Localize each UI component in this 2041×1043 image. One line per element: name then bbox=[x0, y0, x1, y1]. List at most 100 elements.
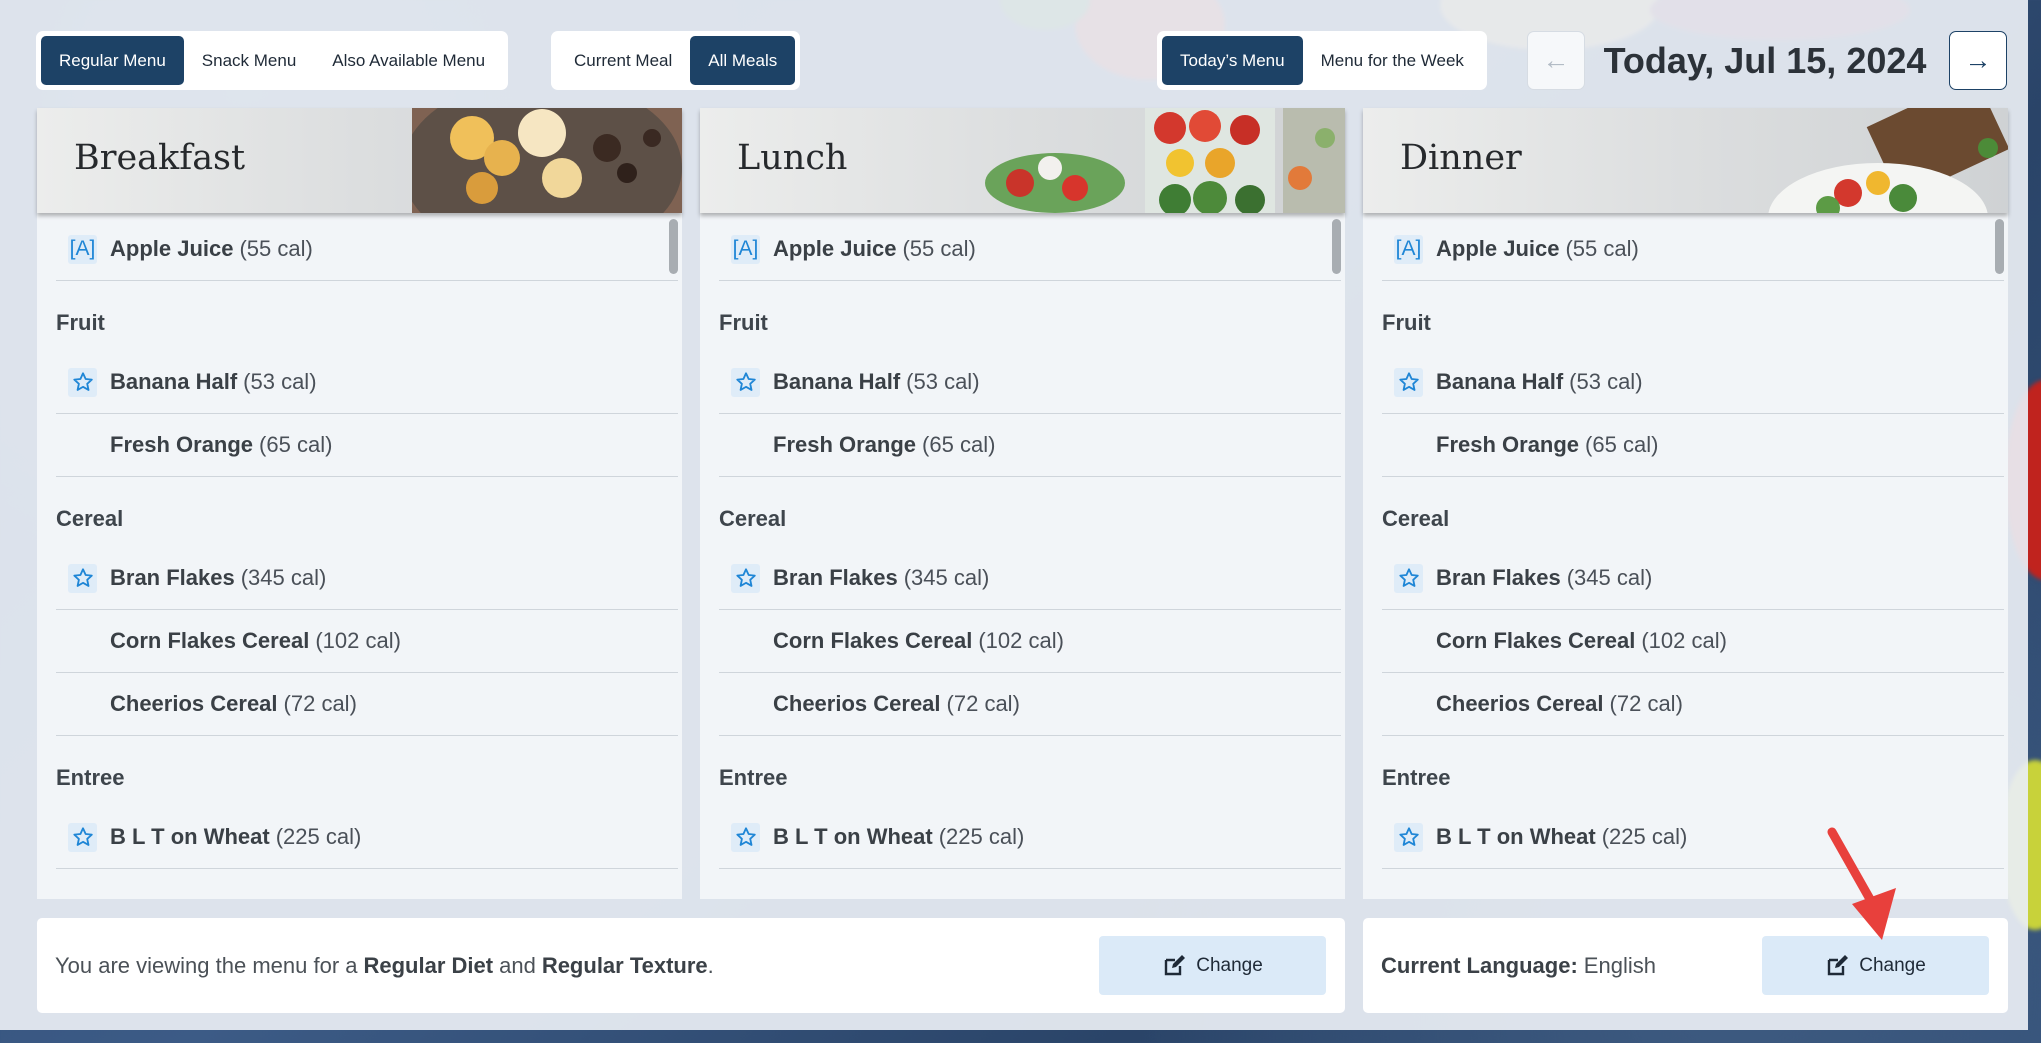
menu-item[interactable]: Fresh Orange (65 cal) bbox=[719, 414, 1341, 477]
item-name: B L T on Wheat bbox=[1436, 824, 1596, 849]
item-name: Banana Half bbox=[110, 369, 238, 394]
food-photo bbox=[1768, 108, 2008, 213]
language-info: Current Language: English bbox=[1381, 918, 1656, 1013]
category-header: Cereal bbox=[56, 506, 124, 531]
favorite-star-icon[interactable] bbox=[68, 563, 97, 593]
scrollbar-thumb[interactable] bbox=[1995, 219, 2004, 274]
favorite-star-icon[interactable] bbox=[68, 822, 97, 852]
meal-title: Breakfast bbox=[74, 138, 246, 178]
arrow-left-icon: ← bbox=[1542, 45, 1570, 75]
item-name: Fresh Orange bbox=[110, 432, 254, 457]
menu-item[interactable]: Banana Half (53 cal) bbox=[719, 351, 1341, 414]
item-calories: (72 cal) bbox=[946, 691, 1020, 716]
item-calories: (102 cal) bbox=[1641, 628, 1727, 653]
menu-item[interactable]: Fresh Orange (65 cal) bbox=[56, 414, 678, 477]
tab-menu-for-week[interactable]: Menu for the Week bbox=[1303, 36, 1482, 85]
item-calories: (72 cal) bbox=[1609, 691, 1683, 716]
item-calories: (65 cal) bbox=[922, 432, 996, 457]
favorite-star-icon[interactable] bbox=[1394, 822, 1423, 852]
meal-banner: Dinner bbox=[1363, 108, 2008, 213]
favorite-star-icon[interactable] bbox=[68, 367, 97, 397]
meal-items: [A] Apple Juice (55 cal) Fruit Banana Half (5… bbox=[700, 213, 1345, 899]
menu-item[interactable]: Corn Flakes Cereal (102 cal) bbox=[56, 610, 678, 673]
item-name: Fresh Orange bbox=[1436, 432, 1580, 457]
star-svg bbox=[735, 827, 756, 846]
item-calories: (225 cal) bbox=[938, 824, 1025, 849]
item-calories: (65 cal) bbox=[259, 432, 333, 457]
menu-item[interactable]: Corn Flakes Cereal (102 cal) bbox=[1382, 610, 2004, 673]
item-calories: (225 cal) bbox=[275, 824, 362, 849]
menu-item[interactable]: Cheerios Cereal (72 cal) bbox=[719, 673, 1341, 736]
diet-and: and bbox=[499, 952, 536, 978]
annotation-arrow bbox=[1827, 827, 1896, 940]
item-calories: (102 cal) bbox=[315, 628, 401, 653]
menu-list: [A] Apple Juice (55 cal) Fruit Banana Half (5… bbox=[719, 218, 1341, 869]
food-photo bbox=[985, 108, 1345, 213]
language-bar: Current Language: English Change bbox=[1363, 918, 2008, 1013]
next-day-button[interactable]: → bbox=[1949, 31, 2007, 90]
star-svg bbox=[72, 827, 93, 846]
diet-prefix: You are viewing the menu for a bbox=[55, 952, 358, 978]
category-header: Entree bbox=[719, 765, 788, 790]
meal-column-dinner: Dinner [A] Apple Juice (55 cal) Fruit Banana… bbox=[1363, 108, 2008, 899]
favorite-star-icon[interactable] bbox=[731, 563, 760, 593]
favorite-star-icon[interactable] bbox=[1394, 367, 1423, 397]
menu-item[interactable]: B L T on Wheat (225 cal) bbox=[1382, 806, 2004, 869]
star-svg bbox=[1398, 827, 1419, 846]
edit-icon bbox=[1828, 954, 1849, 975]
favorite-star-icon[interactable] bbox=[731, 822, 760, 852]
item-calories: (345 cal) bbox=[240, 565, 327, 590]
tab-current-meal[interactable]: Current Meal bbox=[556, 36, 690, 85]
tab-all-meals[interactable]: All Meals bbox=[690, 36, 796, 85]
item-calories: (55 cal) bbox=[902, 236, 976, 261]
tab-todays-menu[interactable]: Today’s Menu bbox=[1162, 36, 1303, 85]
meal-column-breakfast: Breakfast [A] Apple Juice (55 cal) Fruit Ban… bbox=[37, 108, 682, 899]
item-calories: (53 cal) bbox=[906, 369, 980, 394]
menu-item[interactable]: Banana Half (53 cal) bbox=[1382, 351, 2004, 414]
menu-item[interactable]: B L T on Wheat (225 cal) bbox=[719, 806, 1341, 869]
meal-items: [A] Apple Juice (55 cal) Fruit Banana Half (5… bbox=[1363, 213, 2008, 899]
item-name: Banana Half bbox=[773, 369, 901, 394]
scrollbar-thumb[interactable] bbox=[669, 219, 678, 274]
item-calories: (345 cal) bbox=[1566, 565, 1653, 590]
item-name: Apple Juice bbox=[110, 236, 234, 261]
menu-item[interactable]: Bran Flakes (345 cal) bbox=[1382, 547, 2004, 610]
menu-item[interactable]: Cheerios Cereal (72 cal) bbox=[1382, 673, 2004, 736]
item-calories: (65 cal) bbox=[1585, 432, 1659, 457]
menu-item[interactable]: Bran Flakes (345 cal) bbox=[719, 547, 1341, 610]
star-svg bbox=[1398, 372, 1419, 391]
diet-suffix: . bbox=[707, 952, 714, 978]
item-name: Bran Flakes bbox=[110, 565, 235, 590]
menu-item[interactable]: Cheerios Cereal (72 cal) bbox=[56, 673, 678, 736]
meal-items: [A] Apple Juice (55 cal) Fruit Banana Half (5… bbox=[37, 213, 682, 899]
menu-item[interactable]: B L T on Wheat (225 cal) bbox=[56, 806, 678, 869]
language-label: Current Language: bbox=[1381, 952, 1578, 978]
category-header: Entree bbox=[1382, 765, 1451, 790]
scrollbar-thumb[interactable] bbox=[1332, 219, 1341, 274]
item-name: Cheerios Cereal bbox=[773, 691, 941, 716]
menu-item[interactable]: Corn Flakes Cereal (102 cal) bbox=[719, 610, 1341, 673]
diet-texture: Regular Texture bbox=[541, 952, 708, 978]
menu-item[interactable]: Fresh Orange (65 cal) bbox=[1382, 414, 2004, 477]
menu-item[interactable]: Banana Half (53 cal) bbox=[56, 351, 678, 414]
allergen-badge: [A] bbox=[731, 234, 760, 264]
item-name: Bran Flakes bbox=[1436, 565, 1561, 590]
menu-item-apple-juice[interactable]: [A] Apple Juice (55 cal) bbox=[719, 218, 1341, 281]
item-calories: (102 cal) bbox=[978, 628, 1064, 653]
item-name: B L T on Wheat bbox=[773, 824, 933, 849]
change-language-label: Change bbox=[1859, 954, 1926, 976]
item-name: Apple Juice bbox=[773, 236, 897, 261]
favorite-star-icon[interactable] bbox=[731, 367, 760, 397]
item-name: Bran Flakes bbox=[773, 565, 898, 590]
previous-day-button[interactable]: ← bbox=[1527, 31, 1585, 90]
tab-snack-menu[interactable]: Snack Menu bbox=[184, 36, 315, 85]
change-diet-button[interactable]: Change bbox=[1099, 936, 1326, 995]
menu-item-apple-juice[interactable]: [A] Apple Juice (55 cal) bbox=[1382, 218, 2004, 281]
item-name: Corn Flakes Cereal bbox=[1436, 628, 1636, 653]
tab-regular-menu[interactable]: Regular Menu bbox=[41, 36, 184, 85]
tab-also-available-menu[interactable]: Also Available Menu bbox=[314, 36, 503, 85]
item-name: Corn Flakes Cereal bbox=[773, 628, 973, 653]
favorite-star-icon[interactable] bbox=[1394, 563, 1423, 593]
menu-item-apple-juice[interactable]: [A] Apple Juice (55 cal) bbox=[56, 218, 678, 281]
menu-item[interactable]: Bran Flakes (345 cal) bbox=[56, 547, 678, 610]
